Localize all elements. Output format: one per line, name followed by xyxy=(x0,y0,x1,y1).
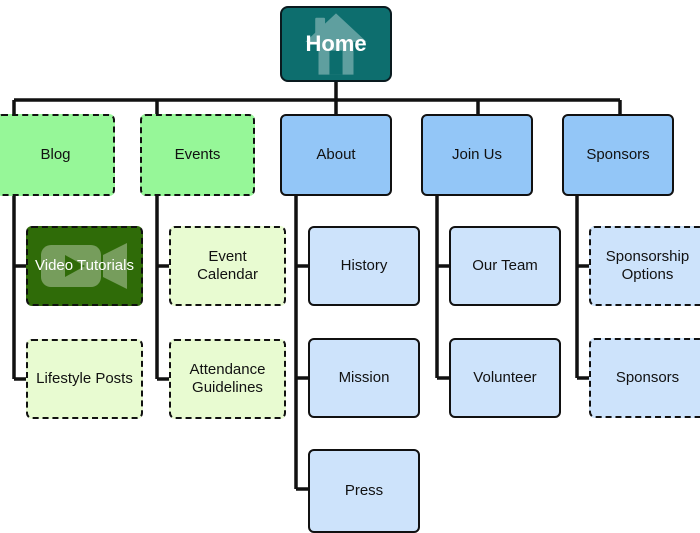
node-video-tutorials-label: Video Tutorials xyxy=(35,257,134,275)
node-mission[interactable]: Mission xyxy=(308,338,420,418)
node-history[interactable]: History xyxy=(308,226,420,306)
node-volunteer[interactable]: Volunteer xyxy=(449,338,561,418)
node-home-label: Home xyxy=(305,31,367,57)
node-join-us[interactable]: Join Us xyxy=(421,114,533,196)
node-sponsors[interactable]: Sponsors xyxy=(562,114,674,196)
node-attendance-guidelines-label: Attendance Guidelines xyxy=(189,361,266,396)
node-events[interactable]: Events xyxy=(140,114,255,196)
node-events-label: Events xyxy=(174,146,221,164)
node-event-calendar-label: Event Calendar xyxy=(197,248,258,283)
node-lifestyle-posts-label: Lifestyle Posts xyxy=(36,370,133,388)
node-mission-label: Mission xyxy=(338,369,390,387)
node-history-label: History xyxy=(340,257,388,275)
node-sponsors-child[interactable]: Sponsors xyxy=(589,338,700,418)
node-attendance-guidelines[interactable]: Attendance Guidelines xyxy=(169,339,286,419)
node-home[interactable]: Home xyxy=(280,6,392,82)
node-volunteer-label: Volunteer xyxy=(473,369,537,387)
node-press[interactable]: Press xyxy=(308,449,420,533)
node-video-tutorials[interactable]: Video Tutorials xyxy=(26,226,143,306)
node-about-label: About xyxy=(316,146,356,164)
node-sponsors-child-label: Sponsors xyxy=(615,369,680,387)
node-our-team[interactable]: Our Team xyxy=(449,226,561,306)
sitemap-diagram: Home Blog Events About Join Us Sponsors … xyxy=(0,0,700,533)
node-sponsors-label: Sponsors xyxy=(586,146,650,164)
node-blog[interactable]: Blog xyxy=(0,114,115,196)
node-sponsorship-options[interactable]: Sponsorship Options xyxy=(589,226,700,306)
node-about[interactable]: About xyxy=(280,114,392,196)
node-event-calendar[interactable]: Event Calendar xyxy=(169,226,286,306)
node-sponsorship-options-label: Sponsorship Options xyxy=(605,248,690,283)
node-lifestyle-posts[interactable]: Lifestyle Posts xyxy=(26,339,143,419)
node-blog-label: Blog xyxy=(40,146,71,164)
node-press-label: Press xyxy=(344,482,384,500)
node-join-us-label: Join Us xyxy=(451,146,503,164)
node-our-team-label: Our Team xyxy=(472,257,538,275)
